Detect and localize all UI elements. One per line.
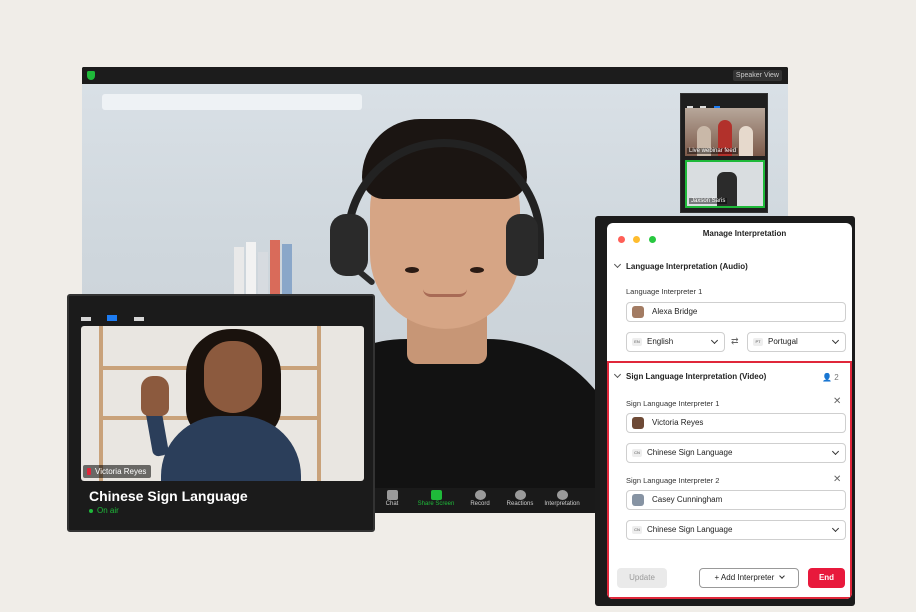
avatar	[632, 417, 644, 429]
background-books	[234, 232, 304, 302]
interpreter-name-field[interactable]: Alexa Bridge	[626, 302, 846, 322]
reactions-icon	[514, 490, 526, 500]
interpreter-body	[161, 416, 301, 481]
from-language-select[interactable]: EN English	[626, 332, 725, 352]
name-tag: Victoria Reyes	[83, 465, 152, 478]
update-button[interactable]: Update	[617, 568, 667, 588]
sign-language-select[interactable]: CN Chinese Sign Language	[626, 443, 846, 463]
participant-thumbnails: Live webinar feed Jaxson Saris	[680, 93, 768, 213]
interpreter-face	[204, 341, 262, 413]
avatar	[632, 306, 644, 318]
on-air-status: On air	[89, 506, 119, 515]
interpreter-count: 👤 2	[822, 373, 839, 382]
language-code-badge: CN	[632, 449, 642, 457]
chevron-down-icon	[613, 370, 622, 379]
mic-muted-icon	[87, 468, 91, 475]
thumbnail-label: Jaxson Saris	[689, 198, 728, 204]
language-code-badge: PT	[753, 338, 763, 346]
chevron-down-icon	[710, 336, 719, 345]
interpretation-button[interactable]: Interpretation	[532, 490, 592, 512]
interpreter-label: Language Interpreter 1	[626, 287, 703, 296]
minimize-icon[interactable]	[81, 317, 91, 321]
share-screen-icon	[430, 490, 442, 500]
thumbnail-label: Live webinar feed	[687, 148, 739, 154]
headphone-cup-right	[506, 214, 538, 276]
sign-interpreter-video: Victoria Reyes	[81, 326, 364, 481]
chevron-down-icon	[831, 524, 840, 533]
chat-icon	[386, 490, 398, 500]
chevron-down-icon	[831, 336, 840, 345]
close-icon[interactable]: ✕	[833, 396, 841, 407]
end-button[interactable]: End	[808, 568, 845, 588]
sign-language-title: Chinese Sign Language	[89, 488, 248, 504]
manage-interpretation-dialog: Manage Interpretation Language Interpret…	[607, 223, 852, 599]
speaker-view-button[interactable]: Speaker View	[732, 70, 782, 81]
language-code-badge: EN	[632, 338, 642, 346]
close-icon[interactable]: ✕	[833, 474, 841, 485]
language-code-badge: CN	[632, 526, 642, 534]
meeting-titlebar: Speaker View	[82, 67, 788, 84]
to-language-select[interactable]: PT Portugal	[747, 332, 846, 352]
sign-interpreter-name-field[interactable]: Casey Cunningham	[626, 490, 846, 510]
add-interpreter-button[interactable]: + Add Interpreter	[699, 568, 799, 588]
record-icon	[474, 490, 486, 500]
gallery-icon[interactable]	[133, 317, 144, 321]
swap-icon[interactable]: ⇄	[731, 336, 739, 347]
sign-section-heading[interactable]: Sign Language Interpretation (Video)	[613, 370, 766, 381]
chevron-down-icon	[778, 573, 785, 579]
chevron-down-icon	[613, 260, 622, 269]
background-window	[102, 94, 362, 110]
sign-interpreter-name-field[interactable]: Victoria Reyes	[626, 413, 846, 433]
thumbnail-jaxson[interactable]: Jaxson Saris	[685, 160, 765, 208]
globe-icon	[556, 490, 568, 500]
sign-interpreter-label: Sign Language Interpreter 1	[626, 399, 720, 408]
status-dot-icon	[89, 508, 93, 513]
sign-window-controls	[81, 308, 156, 326]
sign-interpreter-label: Sign Language Interpreter 2	[626, 476, 720, 485]
window-icon[interactable]	[107, 315, 118, 321]
thumbnail-webinar-feed[interactable]: Live webinar feed	[685, 108, 765, 156]
sign-language-select[interactable]: CN Chinese Sign Language	[626, 520, 846, 540]
sign-language-window[interactable]: Victoria Reyes Chinese Sign Language On …	[67, 294, 375, 532]
shield-icon	[87, 71, 95, 80]
audio-section-heading[interactable]: Language Interpretation (Audio)	[613, 260, 748, 271]
dialog-title: Manage Interpretation	[702, 229, 787, 238]
chevron-down-icon	[831, 447, 840, 456]
waving-hand	[141, 376, 169, 416]
avatar	[632, 494, 644, 506]
